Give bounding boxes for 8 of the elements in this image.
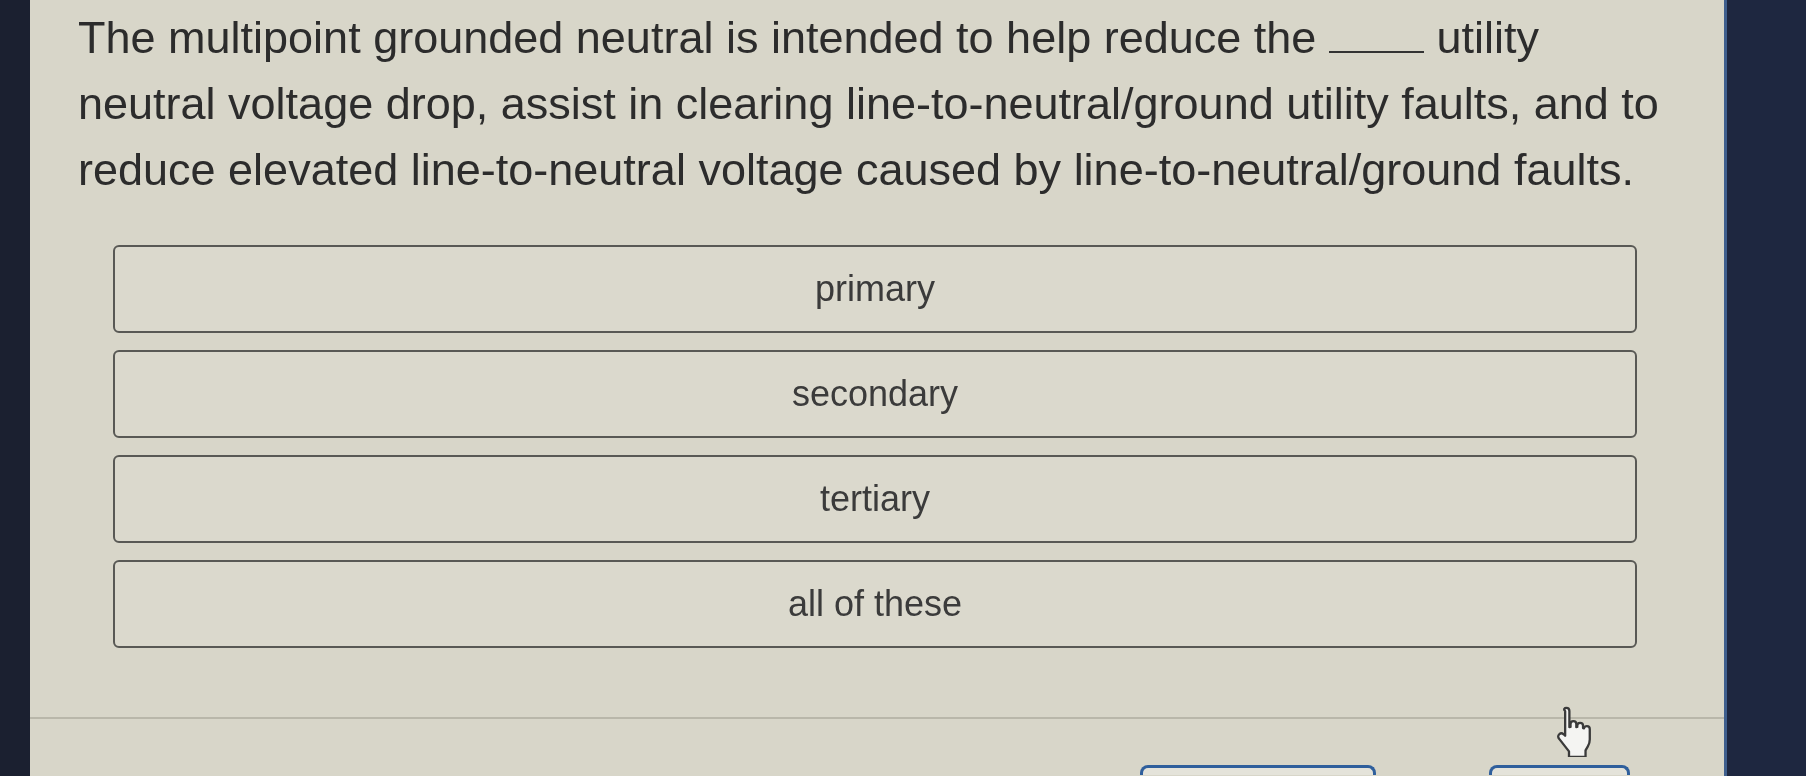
answer-option[interactable]: all of these bbox=[113, 560, 1637, 648]
answer-option[interactable]: tertiary bbox=[113, 455, 1637, 543]
action-button[interactable] bbox=[1140, 765, 1376, 775]
action-button[interactable] bbox=[1489, 765, 1630, 775]
fill-in-line[interactable] bbox=[1328, 49, 1424, 53]
answer-option[interactable]: secondary bbox=[113, 350, 1637, 438]
question-text: The multipoint grounded neutral is intended to help reduce the utility neutral voltage drop, assist in clearing line-to-neutral/ground utility faults, and to reduce elevated line-to-neutral voltage caused by line-to-neutral/ground faults. bbox=[78, 11, 1660, 197]
answer-option[interactable]: primary bbox=[113, 245, 1637, 333]
